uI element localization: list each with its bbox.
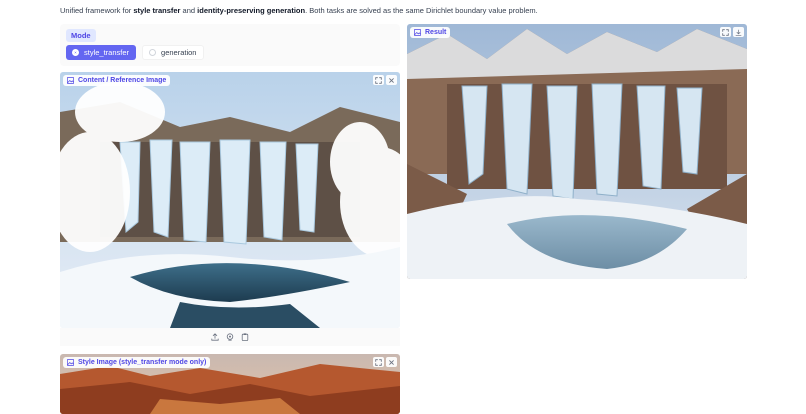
image-icon	[67, 77, 74, 84]
image-icon	[67, 359, 74, 366]
clear-image-button[interactable]	[386, 357, 397, 367]
mode-radio-group: style_transfer generation	[66, 45, 205, 60]
close-icon	[389, 77, 394, 83]
clipboard-button[interactable]	[241, 333, 250, 342]
fullscreen-icon	[722, 28, 729, 36]
fullscreen-button[interactable]	[373, 75, 384, 85]
radio-dot-unchecked	[149, 49, 157, 56]
result-image	[407, 24, 747, 279]
content-image-panel[interactable]: Content / Reference Image	[60, 72, 400, 328]
close-icon	[389, 359, 394, 365]
intro-prefix: Unified framework for	[60, 6, 134, 15]
fullscreen-icon	[375, 358, 382, 366]
clipboard-icon	[241, 333, 249, 341]
download-icon	[735, 29, 742, 36]
intro-text: Unified framework for style transfer and…	[60, 6, 538, 15]
content-image-label-text: Content / Reference Image	[78, 77, 167, 84]
webcam-icon	[226, 333, 234, 341]
style-image-label-text: Style Image (style_transfer mode only)	[78, 359, 207, 366]
result-label: Result	[410, 27, 451, 38]
clear-image-button[interactable]	[386, 75, 397, 85]
upload-button[interactable]	[211, 333, 220, 342]
mode-panel: Mode style_transfer generation	[60, 24, 400, 66]
fullscreen-button[interactable]	[373, 357, 384, 367]
radio-label-generation: generation	[161, 48, 197, 57]
result-image-panel[interactable]: Result	[407, 24, 747, 279]
upload-icon	[211, 333, 219, 341]
intro-term-style-transfer: style transfer	[133, 6, 181, 15]
image-source-toolbar	[60, 328, 400, 346]
intro-suffix: . Both tasks are solved as the same Diri…	[305, 6, 538, 15]
content-image-actions	[373, 75, 397, 85]
content-image-label: Content / Reference Image	[63, 75, 171, 86]
image-icon	[414, 29, 421, 36]
style-image-label: Style Image (style_transfer mode only)	[63, 357, 211, 368]
intro-term-identity: identity-preserving generation	[197, 6, 306, 15]
content-image	[60, 72, 400, 328]
result-label-text: Result	[425, 29, 447, 36]
intro-middle: and	[180, 6, 198, 15]
radio-label-style-transfer: style_transfer	[84, 48, 130, 57]
radio-generation[interactable]: generation	[142, 45, 205, 60]
style-image-panel[interactable]: Style Image (style_transfer mode only)	[60, 354, 400, 414]
fullscreen-icon	[375, 76, 382, 84]
radio-dot-checked	[72, 49, 79, 56]
webcam-button[interactable]	[226, 333, 235, 342]
style-image-actions	[373, 357, 397, 367]
download-button[interactable]	[733, 27, 744, 37]
mode-label: Mode	[66, 29, 96, 42]
result-image-actions	[720, 27, 744, 37]
fullscreen-button[interactable]	[720, 27, 731, 37]
radio-style-transfer[interactable]: style_transfer	[66, 45, 137, 60]
